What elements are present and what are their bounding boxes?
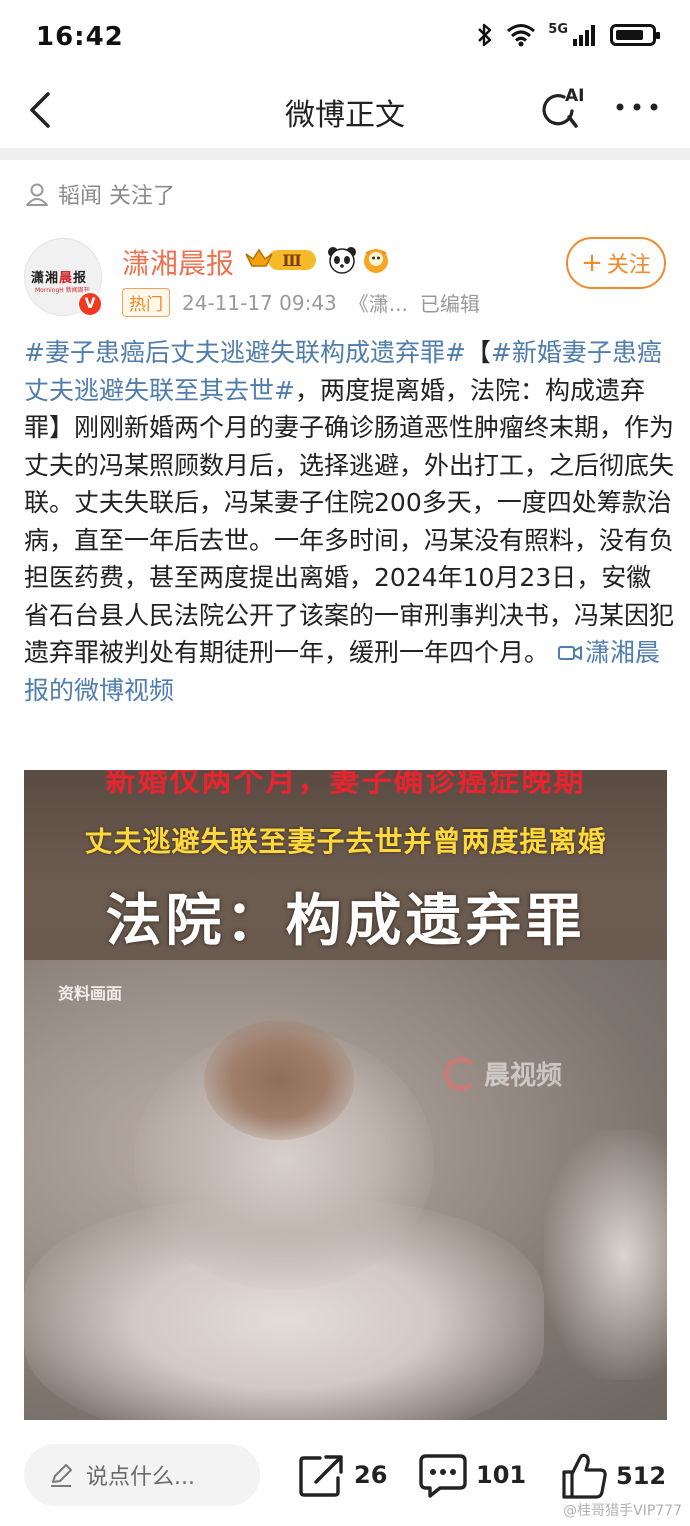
thumbs-up-icon bbox=[562, 1453, 607, 1499]
signal-icon bbox=[573, 25, 595, 46]
caption-middle: 丈夫逃避失联至妻子去世并曾两度提离婚 bbox=[84, 825, 607, 858]
comment-count: 101 bbox=[476, 1461, 527, 1489]
status-bar: 16:42 5G bbox=[0, 0, 690, 76]
video-watermark: 晨视频 bbox=[444, 1055, 562, 1092]
share-button[interactable]: 26 bbox=[298, 1452, 387, 1498]
share-count: 26 bbox=[354, 1461, 388, 1489]
post-body-text: ，两度提离婚，法院：构成遗弃罪】刚刚新婚两个月的妻子确诊肠道恶性肿瘤终末期，作为… bbox=[24, 375, 675, 668]
video-camera-icon bbox=[557, 646, 582, 660]
post-source[interactable]: 《潇... bbox=[349, 288, 408, 317]
person-outline-icon bbox=[26, 183, 48, 206]
status-icons: 5G bbox=[476, 22, 660, 48]
avatar-logo: 潇湘晨报 bbox=[31, 271, 88, 286]
status-time: 16:42 bbox=[36, 22, 124, 52]
followed-by-line[interactable]: 韬闻 关注了 bbox=[24, 178, 175, 210]
follow-label: 关注 bbox=[606, 253, 651, 278]
blurred-equipment bbox=[544, 1130, 667, 1380]
post-date: 24-11-17 09:43 bbox=[182, 290, 337, 315]
svg-text:Ⅲ: Ⅲ bbox=[282, 251, 301, 270]
watermark-logo-icon bbox=[444, 1056, 478, 1091]
wifi-icon bbox=[507, 24, 536, 47]
ai-search-icon: AI bbox=[542, 86, 584, 128]
hot-tag: 热门 bbox=[122, 288, 170, 317]
bracket-open: 【 bbox=[465, 338, 491, 367]
comment-icon bbox=[419, 1454, 467, 1498]
edited-label: 已编辑 bbox=[419, 292, 480, 316]
blurred-head bbox=[204, 1020, 354, 1140]
network-label: 5G bbox=[548, 22, 568, 37]
comment-input[interactable]: 说点什么... bbox=[24, 1444, 260, 1506]
caption-main: 法院：构成遗弃罪 bbox=[105, 888, 586, 954]
comment-button[interactable]: 101 bbox=[418, 1452, 526, 1498]
more-dots-icon[interactable] bbox=[612, 92, 662, 122]
archive-label: 资料画面 bbox=[58, 984, 123, 1003]
plus-icon: + bbox=[581, 248, 603, 278]
follow-button[interactable]: + 关注 bbox=[566, 237, 666, 289]
post-meta: 热门 24-11-17 09:43 《潇... 已编辑 bbox=[122, 288, 480, 317]
user-watermark: @桂哥猎手VIP777 bbox=[563, 1503, 682, 1519]
like-count: 512 bbox=[616, 1462, 667, 1490]
like-button[interactable]: 512 bbox=[560, 1452, 666, 1500]
ai-label: AI bbox=[565, 86, 584, 106]
panda-badge-icon bbox=[328, 247, 356, 274]
bluetooth-icon bbox=[478, 23, 492, 47]
followed-by-text: 韬闻 关注了 bbox=[58, 184, 175, 209]
caption-top: 新婚仅两个月，妻子确诊癌症晚期 bbox=[105, 770, 586, 799]
pencil-icon bbox=[51, 1464, 72, 1487]
share-icon bbox=[299, 1455, 343, 1497]
section-divider bbox=[0, 148, 690, 160]
author-name[interactable]: 潇湘晨报 bbox=[122, 242, 234, 282]
ai-search-button[interactable]: AI bbox=[538, 84, 590, 134]
video-thumbnail[interactable]: 新婚仅两个月，妻子确诊癌症晚期 丈夫逃避失联至妻子去世并曾两度提离婚 法院：构成… bbox=[24, 770, 667, 1420]
bottom-action-bar: 说点什么... 26 101 512 @桂哥猎手VIP777 bbox=[0, 1422, 690, 1526]
comment-placeholder: 说点什么... bbox=[86, 1465, 195, 1490]
hashtag-link[interactable]: #妻子患癌后丈夫逃避失联构成遗弃罪# bbox=[24, 338, 466, 367]
verified-badge-icon: V bbox=[77, 291, 103, 317]
battery-icon bbox=[610, 24, 660, 46]
nav-bar: 微博正文 AI bbox=[0, 76, 690, 146]
avatar[interactable]: 潇湘晨报 MorningH 新闻周刊 V bbox=[24, 238, 103, 317]
crown-level-badge-icon[interactable]: Ⅲ bbox=[244, 246, 320, 274]
battery-level bbox=[616, 30, 643, 40]
gold-mascot-badge-icon bbox=[364, 249, 388, 273]
post-body: #妻子患癌后丈夫逃避失联构成遗弃罪#【#新婚妻子患癌丈夫逃避失联至其去世#，两度… bbox=[24, 334, 674, 709]
